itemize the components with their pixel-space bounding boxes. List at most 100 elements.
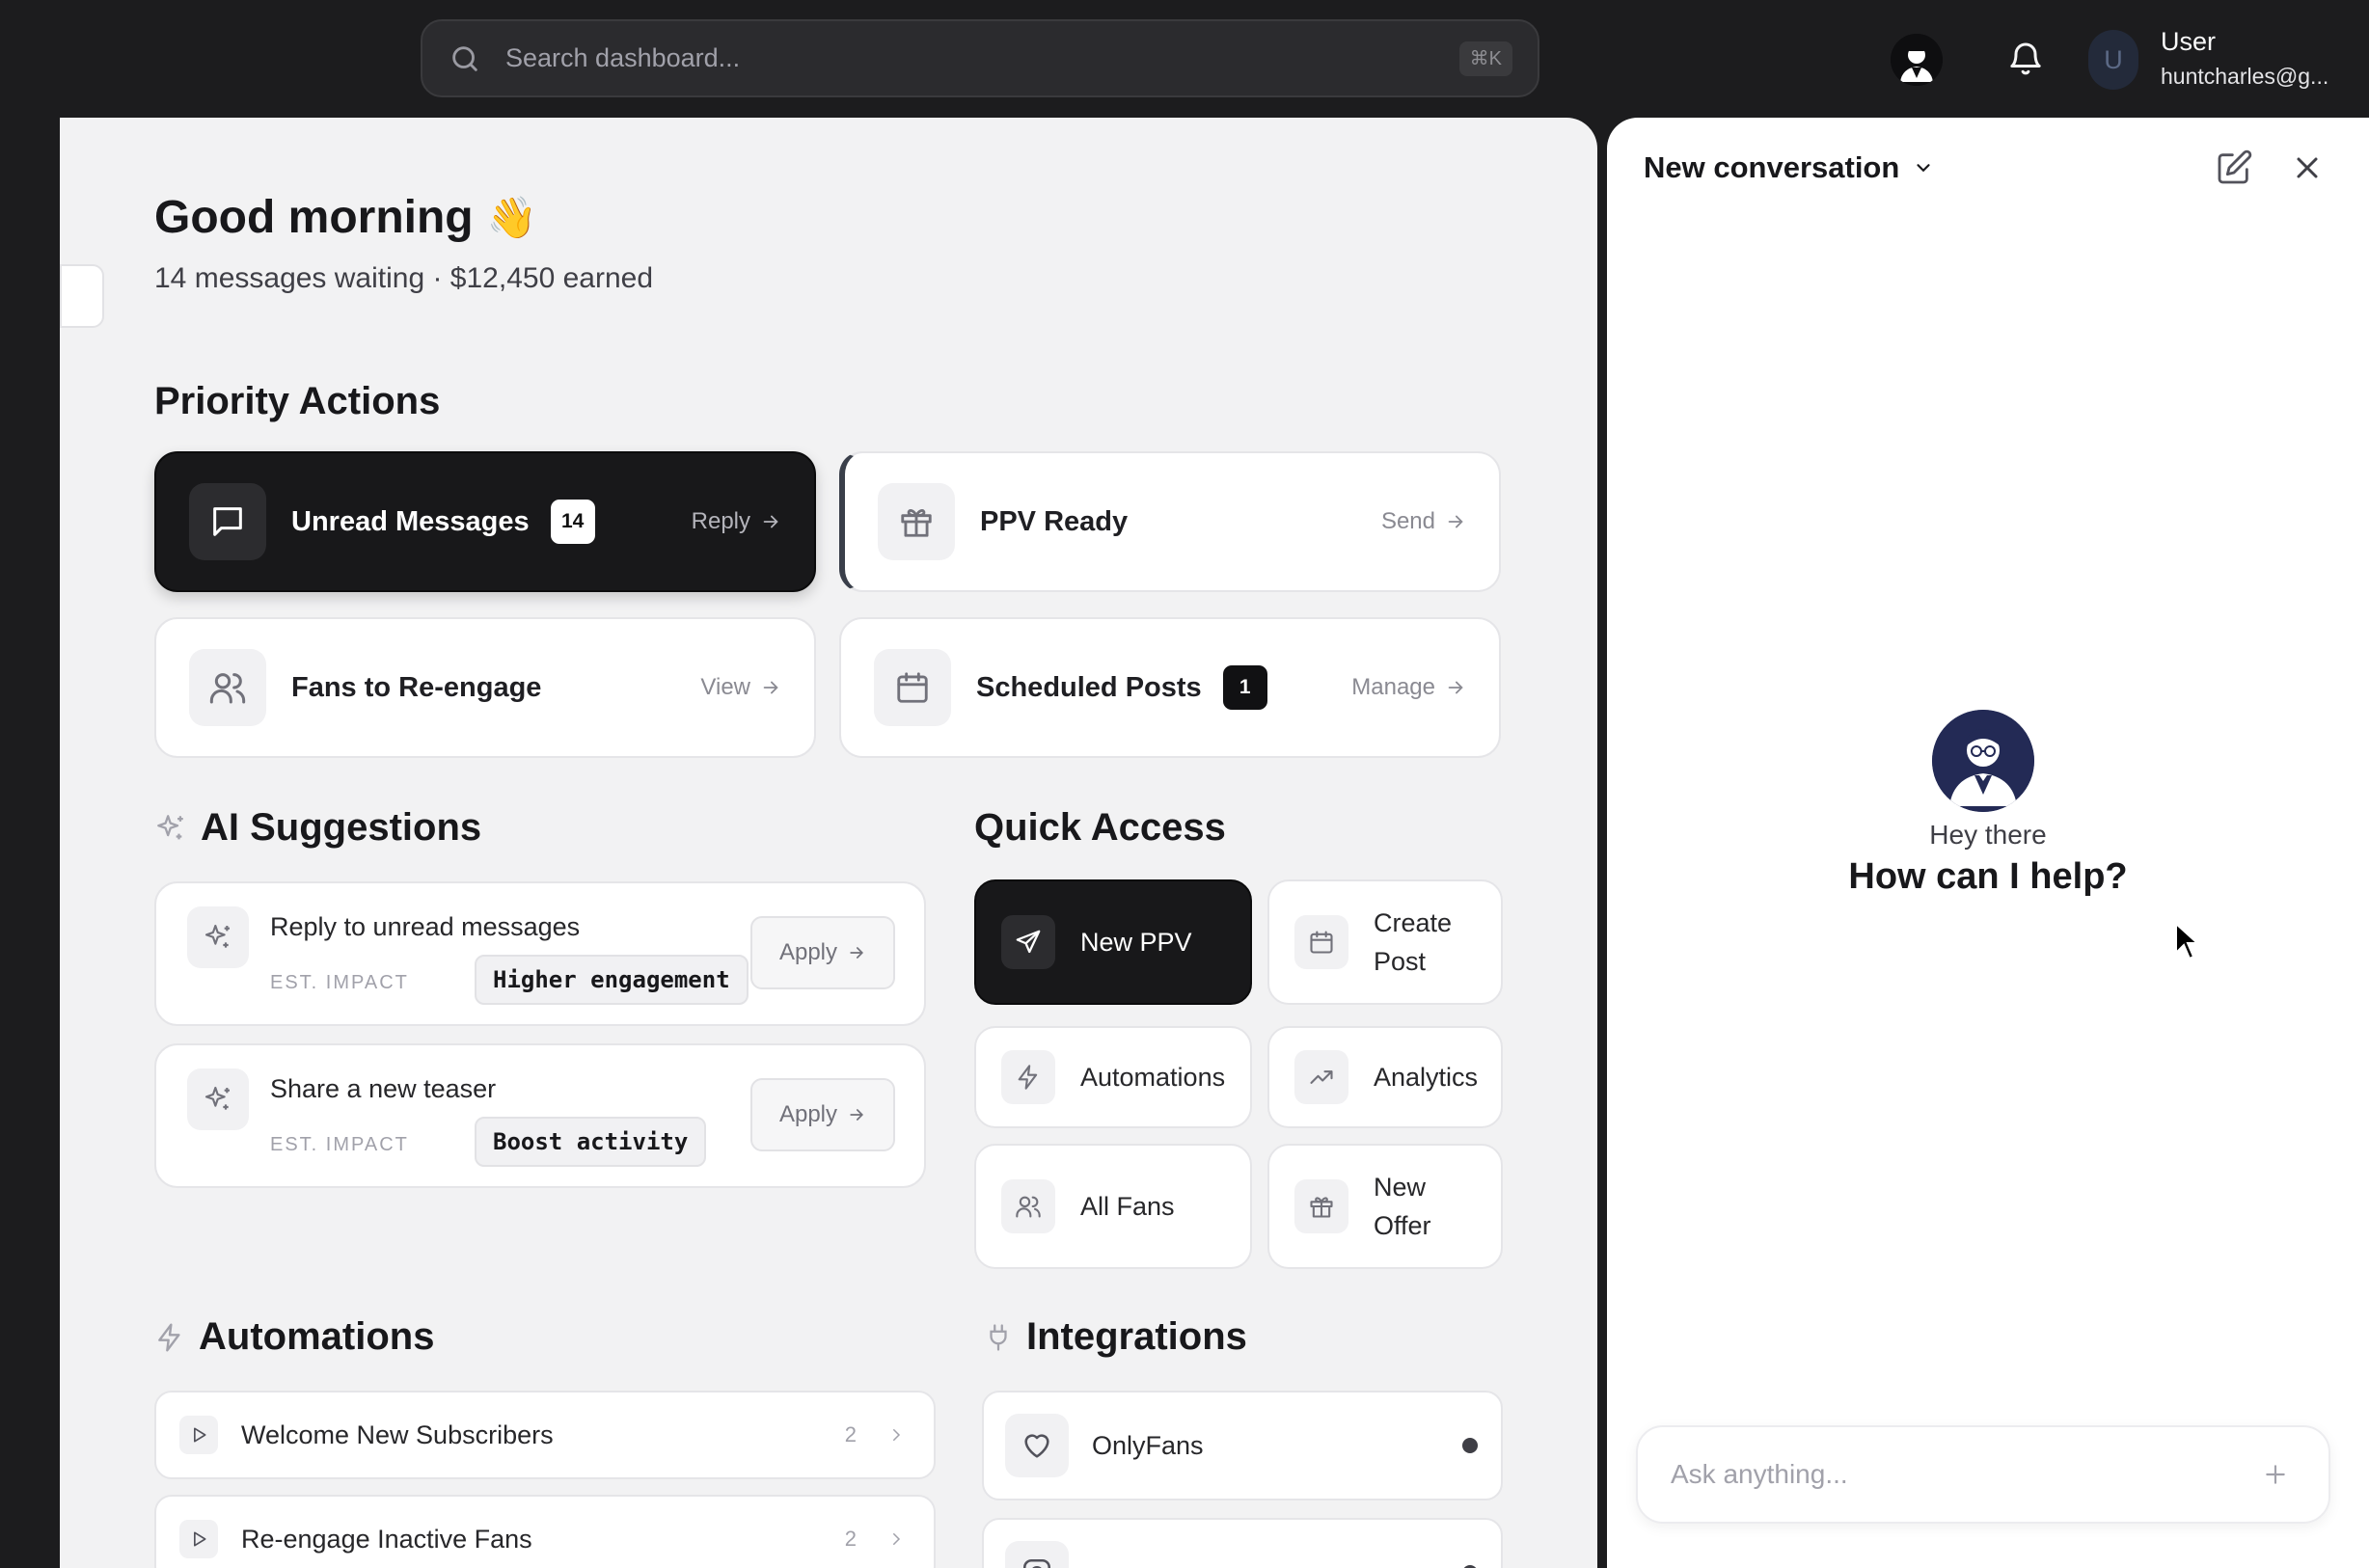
user-email: huntcharles@g... (2161, 64, 2329, 89)
agent-avatar-icon (1891, 34, 1943, 86)
view-link[interactable]: View (700, 674, 781, 701)
send-icon (1016, 930, 1041, 954)
message-square-icon (213, 507, 242, 536)
quick-access-title: Quick Access (974, 806, 1226, 849)
quick-label: Create Post (1374, 908, 1453, 976)
suggestion-card[interactable]: Share a new teaser EST. IMPACT Boost act… (154, 1043, 926, 1188)
arrow-right-icon (1448, 681, 1463, 694)
automation-name: Re-engage Inactive Fans (241, 1524, 532, 1554)
top-bar: Search dashboard... ⌘K U User huntcharle… (0, 0, 2369, 118)
profile-avatar[interactable] (1891, 34, 1943, 86)
scheduled-count-badge: 1 (1222, 665, 1267, 710)
suggestion-title: Reply to unread messages (270, 912, 581, 941)
conversation-selector[interactable]: New conversation (1644, 150, 1934, 185)
chat-input-box[interactable]: Ask anything... (1636, 1425, 2330, 1524)
assistant-greeting: Hey there (1929, 820, 2047, 850)
gift-icon (901, 509, 932, 537)
chevron-right-icon (893, 1533, 901, 1545)
arrow-right-icon (1448, 515, 1463, 528)
chat-input[interactable]: Ask anything... (1671, 1459, 2263, 1490)
integration-row-partial[interactable] (982, 1518, 1503, 1568)
apply-label: Apply (778, 939, 838, 965)
arrow-right-icon (850, 947, 864, 959)
suggestion-title: Share a new teaser (270, 1074, 497, 1103)
conversation-title: New conversation (1644, 150, 1900, 184)
sparkles-icon (157, 814, 183, 839)
impact-pill: Boost activity (475, 1117, 707, 1167)
plug-icon (990, 1323, 1007, 1351)
search-bar[interactable]: Search dashboard... ⌘K (421, 19, 1539, 97)
greeting-subtitle: 14 messages waiting · $12,450 earned (154, 262, 654, 294)
priority-card-scheduled-posts[interactable]: Scheduled Posts 1 Manage (839, 617, 1501, 758)
unread-count-badge: 14 (550, 500, 595, 544)
suggestion-card[interactable]: Reply to unread messages EST. IMPACT Hig… (154, 881, 926, 1026)
quick-label: New Offer (1374, 1173, 1431, 1240)
automations-title: Automations (154, 1315, 434, 1359)
send-link[interactable]: Send (1381, 508, 1466, 535)
priority-card-label: Unread Messages (291, 505, 530, 537)
sparkles-icon (204, 1086, 230, 1110)
close-icon[interactable] (2290, 150, 2325, 185)
arrow-right-icon (850, 1109, 864, 1121)
wave-emoji: 👋 (486, 193, 537, 241)
priority-card-label: Fans to Re-engage (291, 671, 542, 703)
manage-link[interactable]: Manage (1351, 674, 1466, 701)
arrow-right-icon (763, 515, 778, 528)
user-avatar[interactable]: U (2088, 30, 2138, 90)
quick-label: New PPV (1080, 928, 1192, 957)
assistant-prompt: How can I help? (1848, 856, 2128, 897)
apply-button[interactable]: Apply (750, 1078, 895, 1151)
greeting-text: Good morning (154, 192, 474, 243)
ai-suggestions-label: AI Suggestions (201, 806, 482, 849)
assistant-panel: New conversation Hey there How can I hel… (1607, 118, 2369, 1568)
search-input[interactable]: Search dashboard... (505, 43, 1459, 73)
quick-new-ppv[interactable]: New PPV (974, 879, 1252, 1005)
new-chat-icon[interactable] (2215, 149, 2253, 187)
plus-icon[interactable] (2263, 1462, 2288, 1487)
users-icon (1016, 1196, 1041, 1218)
quick-automations[interactable]: Automations (974, 1026, 1252, 1128)
impact-pill: Higher engagement (475, 955, 749, 1005)
impact-label: EST. IMPACT (270, 1134, 409, 1155)
apply-label: Apply (778, 1101, 838, 1127)
sparkles-icon (204, 924, 230, 948)
priority-card-ppv-ready[interactable]: PPV Ready Send (839, 451, 1501, 592)
integration-name: OnlyFans (1092, 1430, 1204, 1460)
user-name[interactable]: User (2161, 27, 2216, 57)
agent-avatar-icon (1932, 710, 2034, 812)
search-icon (452, 45, 477, 71)
calendar-icon (897, 672, 928, 703)
quick-label: Automations (1080, 1063, 1226, 1092)
bell-icon[interactable] (2006, 40, 2045, 78)
apply-button[interactable]: Apply (750, 916, 895, 989)
priority-card-unread-messages[interactable]: Unread Messages 14 Reply (154, 451, 816, 592)
mouse-cursor-icon (2175, 922, 2200, 960)
priority-actions-title: Priority Actions (154, 380, 441, 422)
manage-label: Manage (1351, 674, 1435, 700)
greeting-title: Good morning 👋 (154, 191, 537, 244)
quick-all-fans[interactable]: All Fans (974, 1144, 1252, 1269)
integrations-label: Integrations (1026, 1315, 1247, 1358)
trending-up-icon (1310, 1070, 1333, 1084)
quick-label: Analytics (1374, 1063, 1479, 1092)
play-icon (194, 1427, 206, 1443)
automation-row[interactable]: Welcome New Subscribers 2 (154, 1391, 936, 1479)
chevron-down-icon (1917, 164, 1930, 173)
quick-analytics[interactable]: Analytics (1267, 1026, 1503, 1128)
arrow-right-icon (763, 681, 778, 694)
automation-row[interactable]: Re-engage Inactive Fans 2 (154, 1495, 936, 1568)
automation-count: 2 (844, 1527, 857, 1551)
heart-icon (1024, 1434, 1049, 1458)
zap-icon (1018, 1065, 1038, 1090)
quick-new-offer[interactable]: New Offer (1267, 1144, 1503, 1269)
view-label: View (700, 674, 750, 700)
priority-card-fans-to-reengage[interactable]: Fans to Re-engage View (154, 617, 816, 758)
calendar-icon (1310, 931, 1333, 954)
integration-onlyfans[interactable]: OnlyFans (982, 1391, 1503, 1500)
quick-create-post[interactable]: Create Post (1267, 879, 1503, 1005)
sidebar-toggle[interactable] (60, 264, 104, 328)
gift-icon (1310, 1197, 1333, 1218)
quick-label: All Fans (1080, 1192, 1175, 1221)
reply-label: Reply (691, 508, 750, 534)
reply-link[interactable]: Reply (692, 508, 781, 535)
